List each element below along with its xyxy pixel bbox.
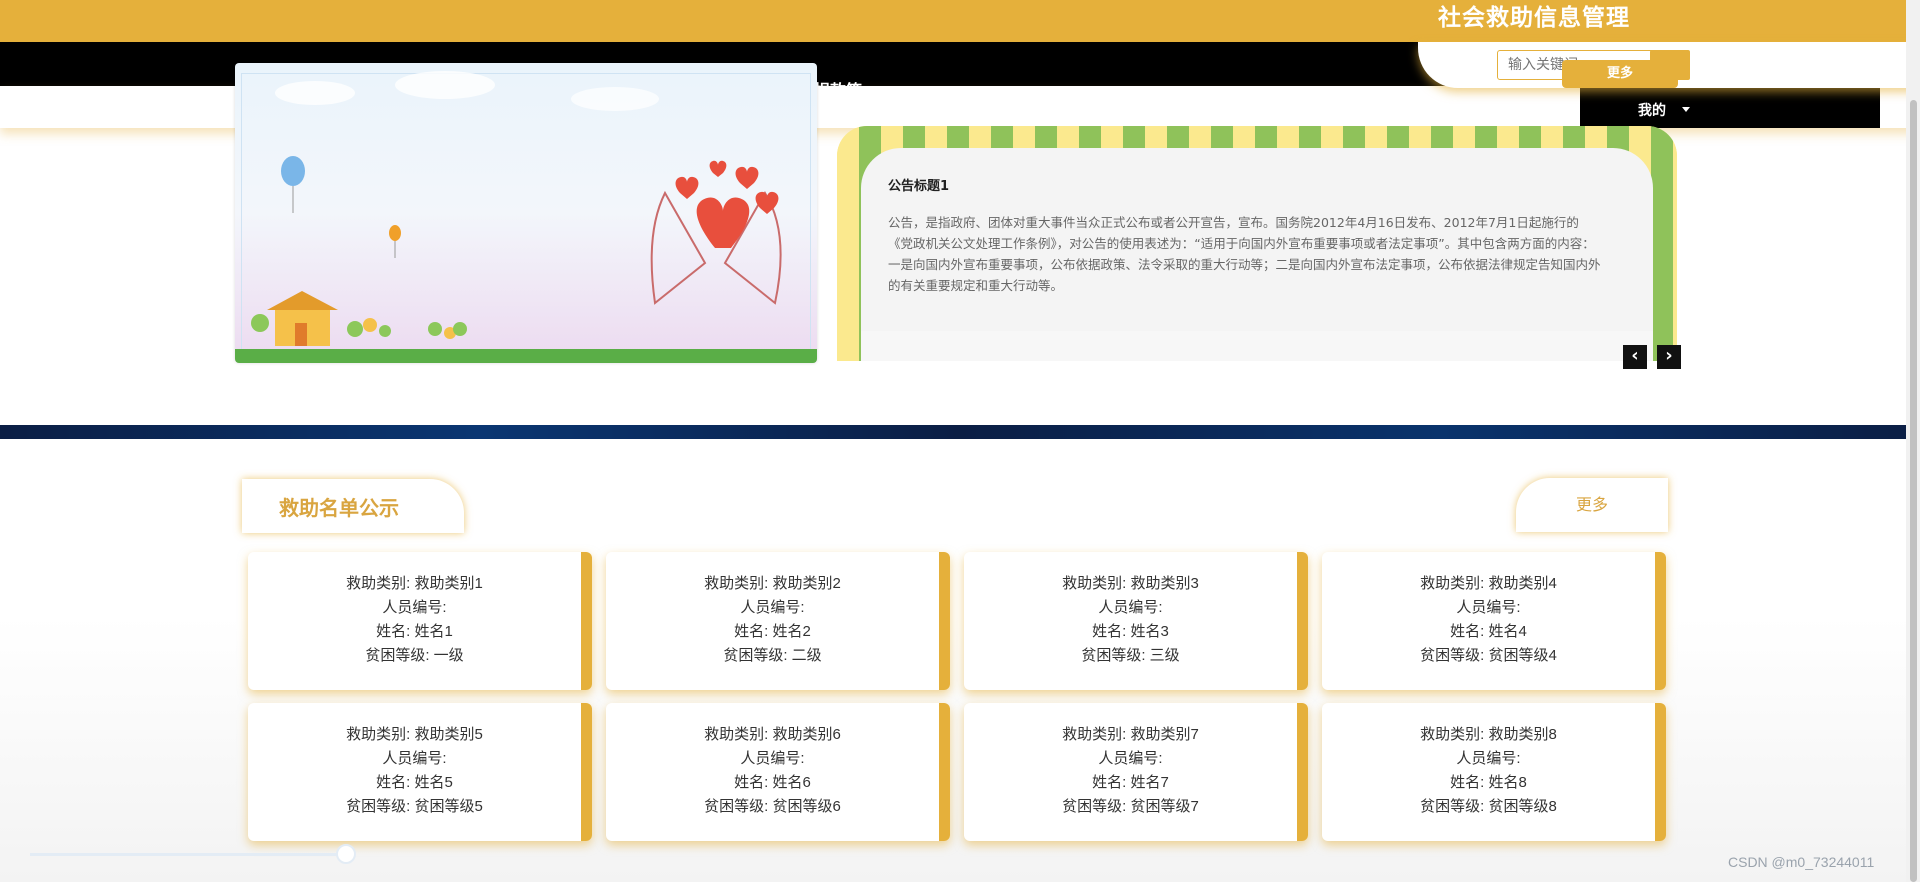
card-accent [581,703,592,841]
relief-card[interactable]: 救助类别: 救助类别3 人员编号: 姓名: 姓名3 贫困等级: 三级 [964,552,1308,690]
card-name: 姓名: 姓名3 [1092,623,1169,640]
relief-card[interactable]: 救助类别: 救助类别1 人员编号: 姓名: 姓名1 贫困等级: 一级 [248,552,592,690]
card-name: 姓名: 姓名6 [734,774,811,791]
section-more-button[interactable]: 更多 [1516,478,1668,532]
header-more-button[interactable]: 更多 [1562,60,1678,88]
horizontal-slider-track[interactable] [30,853,350,856]
card-name: 姓名: 姓名5 [376,774,453,791]
card-category: 救助类别: 救助类别2 [704,575,841,592]
section-title: 救助名单公示 [279,496,399,520]
relief-card[interactable]: 救助类别: 救助类别8 人员编号: 姓名: 姓名8 贫困等级: 贫困等级8 [1322,703,1666,841]
prev-arrow-icon[interactable]: ‹ [1623,345,1647,369]
card-code: 人员编号: [740,599,805,616]
nav-user-area [1580,86,1880,128]
decorative-banner [0,425,1920,439]
card-level: 贫困等级: 贫困等级7 [1062,798,1199,815]
card-name: 姓名: 姓名2 [734,623,811,640]
charity-illustration [251,71,782,346]
watermark: CSDN @m0_73244011 [1728,854,1875,870]
chevron-down-icon [1682,107,1690,112]
card-accent [1655,703,1666,841]
card-category: 救助类别: 救助类别3 [1062,575,1199,592]
card-accent [939,703,950,841]
top-header-band [0,0,1920,42]
relief-card[interactable]: 救助类别: 救助类别7 人员编号: 姓名: 姓名7 贫困等级: 贫困等级7 [964,703,1308,841]
card-category: 救助类别: 救助类别1 [346,575,483,592]
card-accent [1297,552,1308,690]
card-code: 人员编号: [382,599,447,616]
card-level: 贫困等级: 贫困等级4 [1420,647,1557,664]
card-level: 贫困等级: 三级 [1081,647,1180,664]
card-category: 救助类别: 救助类别4 [1420,575,1557,592]
nav-item-mine[interactable]: 我的 [1638,100,1666,120]
notice-text: 公告，是指政府、团体对重大事件当众正式公布或者公开宣告，宣布。国务院2012年4… [888,215,1601,293]
nav-item-donate[interactable]: 捐款箱 [814,77,862,101]
relief-card[interactable]: 救助类别: 救助类别6 人员编号: 姓名: 姓名6 贫困等级: 贫困等级6 [606,703,950,841]
notice-title[interactable]: 公告标题1 [888,175,949,194]
relief-card[interactable]: 救助类别: 救助类别4 人员编号: 姓名: 姓名4 贫困等级: 贫困等级4 [1322,552,1666,690]
card-category: 救助类别: 救助类别6 [704,726,841,743]
card-name: 姓名: 姓名1 [376,623,453,640]
card-category: 救助类别: 救助类别5 [346,726,483,743]
card-accent [939,552,950,690]
next-arrow-icon[interactable]: › [1657,345,1681,369]
card-level: 贫困等级: 贫困等级8 [1420,798,1557,815]
relief-card[interactable]: 救助类别: 救助类别2 人员编号: 姓名: 姓名2 贫困等级: 二级 [606,552,950,690]
card-level: 贫困等级: 一级 [365,647,464,664]
card-category: 救助类别: 救助类别7 [1062,726,1199,743]
relief-card[interactable]: 救助类别: 救助类别5 人员编号: 姓名: 姓名5 贫困等级: 贫困等级5 [248,703,592,841]
card-accent [581,552,592,690]
horizontal-slider-thumb[interactable] [336,844,356,864]
card-code: 人员编号: [1098,599,1163,616]
card-level: 贫困等级: 二级 [723,647,822,664]
carousel-slide[interactable] [235,63,817,363]
card-accent [1297,703,1308,841]
card-code: 人员编号: [382,750,447,767]
card-level: 贫困等级: 贫困等级6 [704,798,841,815]
card-name: 姓名: 姓名4 [1450,623,1527,640]
card-level: 贫困等级: 贫困等级5 [346,798,483,815]
card-accent [1655,552,1666,690]
card-category: 救助类别: 救助类别8 [1420,726,1557,743]
card-code: 人员编号: [1456,599,1521,616]
ground-strip [235,349,817,363]
card-code: 人员编号: [1456,750,1521,767]
card-name: 姓名: 姓名8 [1450,774,1527,791]
card-code: 人员编号: [740,750,805,767]
card-name: 姓名: 姓名7 [1092,774,1169,791]
site-title: 社会救助信息管理 [1438,5,1630,31]
notice-footer [861,331,1653,361]
scrollbar-thumb[interactable] [1910,100,1917,882]
card-code: 人员编号: [1098,750,1163,767]
